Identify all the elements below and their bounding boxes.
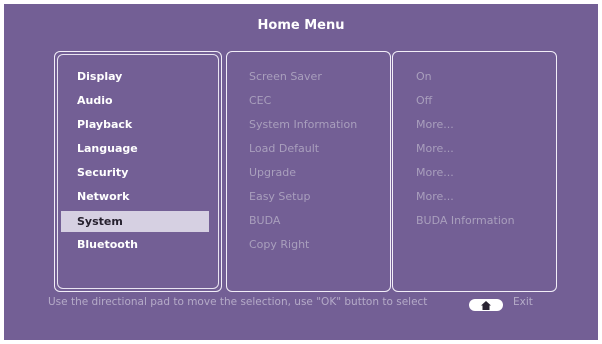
home-button[interactable] bbox=[469, 299, 503, 311]
submenu-item-load-default[interactable]: Load Default bbox=[249, 138, 319, 159]
value-easy-setup: More... bbox=[416, 190, 454, 203]
value-upgrade: More... bbox=[416, 166, 454, 179]
menu-item-playback[interactable]: Playback bbox=[61, 114, 209, 135]
submenu-item-system-information[interactable]: System Information bbox=[249, 114, 357, 135]
submenu-item-easy-setup[interactable]: Easy Setup bbox=[249, 186, 310, 207]
submenu-item-buda[interactable]: BUDA bbox=[249, 210, 280, 231]
menu-item-security[interactable]: Security bbox=[61, 162, 209, 183]
value-system-information: More... bbox=[416, 118, 454, 131]
submenu-item-cec[interactable]: CEC bbox=[249, 90, 271, 111]
menu-item-display[interactable]: Display bbox=[61, 66, 209, 87]
menu-item-bluetooth[interactable]: Bluetooth bbox=[61, 234, 209, 255]
page-title: Home Menu bbox=[257, 18, 345, 33]
menu-item-language[interactable]: Language bbox=[61, 138, 209, 159]
value-cec: Off bbox=[416, 94, 433, 107]
navigation-hint: Use the directional pad to move the sele… bbox=[48, 296, 428, 308]
value-buda: BUDA Information bbox=[416, 214, 515, 227]
value-screen-saver: On bbox=[416, 70, 432, 83]
submenu-item-copy-right[interactable]: Copy Right bbox=[249, 234, 309, 255]
exit-label: Exit bbox=[513, 296, 533, 308]
menu-item-system[interactable]: System bbox=[61, 211, 209, 232]
submenu-item-upgrade[interactable]: Upgrade bbox=[249, 162, 296, 183]
value-load-default: More... bbox=[416, 142, 454, 155]
home-icon bbox=[481, 301, 491, 310]
menu-item-network[interactable]: Network bbox=[61, 186, 209, 207]
menu-item-audio[interactable]: Audio bbox=[61, 90, 209, 111]
submenu-item-screen-saver[interactable]: Screen Saver bbox=[249, 66, 322, 87]
